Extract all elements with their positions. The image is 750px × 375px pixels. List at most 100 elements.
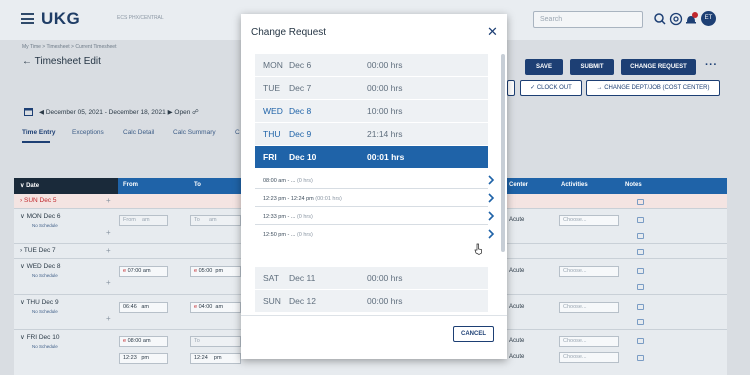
punch-item[interactable]: 12:33 pm - ... (0 hrs): [255, 208, 495, 225]
change-request-button[interactable]: CHANGE REQUEST: [621, 59, 696, 75]
day-item[interactable]: SAT Dec 11 00:00 hrs: [255, 267, 488, 289]
note-icon[interactable]: [637, 355, 644, 361]
tab-exceptions[interactable]: Exceptions: [72, 129, 104, 136]
chevron-right-icon[interactable]: [487, 193, 495, 203]
row-date[interactable]: ∨ THU Dec 9: [20, 298, 59, 306]
activities-select[interactable]: Choose...: [559, 352, 619, 363]
bell-icon[interactable]: [682, 10, 700, 28]
activities-select[interactable]: Choose...: [559, 215, 619, 226]
day-item[interactable]: MON Dec 6 00:00 hrs: [255, 54, 488, 76]
row-date[interactable]: › SUN Dec 5: [20, 197, 57, 204]
calendar-icon[interactable]: [24, 107, 33, 116]
column-to: To: [194, 182, 201, 188]
back-arrow-icon[interactable]: ←: [22, 56, 32, 67]
tab-calc-summary[interactable]: Calc Summary: [173, 129, 216, 136]
add-row-icon[interactable]: +: [106, 314, 111, 323]
modal-scrollbar[interactable]: [501, 54, 505, 252]
edited-marker-icon: e: [123, 338, 127, 344]
more-actions-icon[interactable]: ···: [705, 59, 718, 71]
column-date[interactable]: ∨ Date: [20, 182, 39, 189]
note-icon[interactable]: [637, 268, 644, 274]
period-status: Open: [174, 109, 191, 116]
next-period-icon[interactable]: ▶: [168, 109, 173, 116]
day-date: Dec 6: [289, 60, 312, 70]
cancel-button[interactable]: CANCEL: [453, 326, 494, 342]
note-icon[interactable]: [637, 338, 644, 344]
close-icon[interactable]: ✕: [487, 25, 498, 38]
center-value[interactable]: Acute: [509, 354, 524, 360]
to-ampm: am: [215, 304, 224, 310]
chevron-right-icon[interactable]: [487, 229, 495, 239]
from-input[interactable]: 06:46 am: [119, 302, 168, 313]
activities-select[interactable]: Choose...: [559, 302, 619, 313]
column-from: From: [123, 182, 138, 188]
day-item-selected[interactable]: FRI Dec 10 00:01 hrs: [255, 146, 488, 168]
row-date[interactable]: ∨ FRI Dec 10: [20, 333, 59, 341]
day-name: THU: [263, 129, 281, 139]
from-input[interactable]: e 08:00 am: [119, 336, 168, 347]
center-value[interactable]: Acute: [509, 338, 524, 344]
note-icon[interactable]: [637, 249, 644, 255]
search-input[interactable]: Search: [533, 11, 643, 28]
add-row-icon[interactable]: +: [106, 228, 111, 237]
note-icon[interactable]: [637, 217, 644, 223]
center-value[interactable]: Acute: [509, 304, 524, 310]
add-row-icon[interactable]: +: [106, 278, 111, 287]
to-input[interactable]: 12:24 pm: [190, 353, 241, 364]
tab-calc-detail[interactable]: Calc Detail: [123, 129, 154, 136]
period-selector[interactable]: ◀ December 05, 2021 - December 18, 2021 …: [39, 108, 199, 116]
day-item[interactable]: TUE Dec 7 00:00 hrs: [255, 77, 488, 99]
hand-cursor-icon: [474, 243, 482, 255]
row-date[interactable]: › TUE Dec 7: [20, 247, 56, 254]
day-name: SUN: [263, 296, 281, 306]
punch-item[interactable]: 08:00 am - ... (0 hrs): [255, 172, 495, 189]
to-input[interactable]: e 04:00 am: [190, 302, 241, 313]
chevron-right-icon[interactable]: [487, 175, 495, 185]
center-value[interactable]: Acute: [509, 217, 524, 223]
tab-more[interactable]: C: [235, 129, 240, 136]
previous-action-button[interactable]: [507, 80, 515, 96]
center-value[interactable]: Acute: [509, 268, 524, 274]
note-icon[interactable]: [637, 304, 644, 310]
to-input[interactable]: To: [190, 336, 241, 347]
clock-out-button[interactable]: ✓ CLOCK OUT: [520, 80, 582, 96]
day-item[interactable]: SUN Dec 12 00:00 hrs: [255, 290, 488, 312]
to-input[interactable]: e 05:00 pm: [190, 266, 241, 277]
row-date[interactable]: ∨ WED Dec 8: [20, 262, 61, 270]
from-input[interactable]: From am: [119, 215, 168, 226]
from-ampm: pm: [141, 355, 149, 361]
add-row-icon[interactable]: +: [106, 246, 111, 255]
from-input[interactable]: e 07:00 am: [119, 266, 168, 277]
row-date[interactable]: ∨ MON Dec 6: [20, 212, 61, 220]
note-icon[interactable]: [637, 319, 644, 325]
change-dept-button[interactable]: → CHANGE DEPT/JOB (COST CENTER): [586, 80, 720, 96]
to-ampm: am: [208, 217, 217, 223]
save-button[interactable]: SAVE: [525, 59, 563, 75]
day-item[interactable]: WED Dec 8 10:00 hrs: [255, 100, 488, 122]
clock-out-icon: ✓: [530, 85, 536, 91]
from-ampm: am: [142, 338, 151, 344]
modal-day-list: MON Dec 6 00:00 hrs TUE Dec 7 00:00 hrs …: [241, 51, 507, 315]
punch-range: 12:50 pm - ...: [263, 232, 296, 238]
chevron-right-icon[interactable]: [487, 211, 495, 221]
submit-button[interactable]: SUBMIT: [570, 59, 614, 75]
activities-select[interactable]: Choose...: [559, 266, 619, 277]
row-schedule: No Schedule: [32, 273, 58, 278]
punch-item[interactable]: 12:23 pm - 12:24 pm (00:01 hrs): [255, 190, 495, 207]
note-icon[interactable]: [637, 284, 644, 290]
activities-select[interactable]: Choose...: [559, 336, 619, 347]
from-input[interactable]: 12:23 pm: [119, 353, 168, 364]
previous-period-icon[interactable]: ◀: [39, 109, 44, 116]
menu-icon[interactable]: [21, 13, 34, 24]
punch-item[interactable]: 12:50 pm - ... (0 hrs): [255, 226, 495, 243]
to-input[interactable]: To am: [190, 215, 241, 226]
add-row-icon[interactable]: +: [106, 196, 111, 205]
note-icon[interactable]: [637, 233, 644, 239]
tab-time-entry[interactable]: Time Entry: [22, 129, 55, 136]
change-request-modal: Change Request ✕ MON Dec 6 00:00 hrs TUE…: [241, 14, 507, 359]
breadcrumb[interactable]: My Time > Timesheet > Current Timesheet: [22, 44, 116, 50]
punch-range: 08:00 am - ...: [263, 178, 296, 184]
avatar[interactable]: ET: [701, 11, 716, 26]
note-icon[interactable]: [637, 199, 644, 205]
day-item[interactable]: THU Dec 9 21:14 hrs: [255, 123, 488, 145]
